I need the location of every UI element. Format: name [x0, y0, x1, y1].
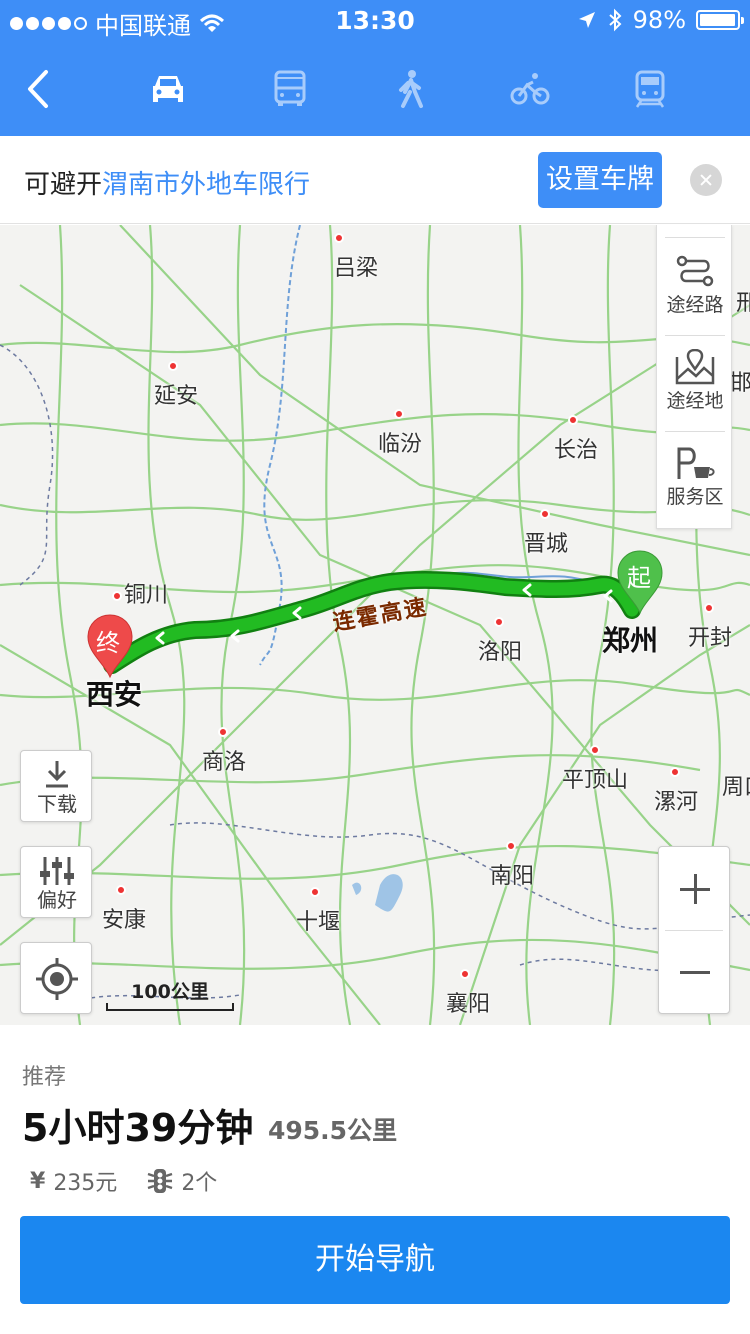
bus-icon	[274, 70, 306, 106]
restriction-text: 可避开渭南市外地车限行	[24, 164, 310, 201]
route-options-panel: 途经路 途经地 服务区	[656, 225, 732, 529]
via-place-button[interactable]: 途经地	[657, 335, 733, 431]
divider	[665, 237, 725, 238]
status-right: 98%	[577, 6, 744, 34]
mode-car-tab[interactable]	[138, 64, 198, 114]
city-label: 长治	[554, 407, 598, 464]
city-label: 商洛	[202, 719, 246, 776]
city-label: 吕梁	[334, 225, 378, 282]
locate-me-button[interactable]	[20, 942, 92, 1014]
route-map[interactable]: 吕梁 延安 临汾 长治 晋城 铜川 西安 洛阳 郑州 开封 商洛 平顶山 漯河 …	[0, 225, 750, 1025]
bike-icon	[510, 73, 550, 105]
location-arrow-icon	[578, 12, 595, 28]
start-marker-label: 起	[627, 564, 651, 592]
city-label: 铜川	[112, 577, 168, 609]
city-label-zhengzhou: 郑州	[602, 624, 659, 657]
zoom-control	[658, 846, 730, 1014]
city-label: 邯	[730, 371, 750, 396]
mode-walk-tab[interactable]	[380, 64, 440, 114]
back-button[interactable]	[20, 64, 60, 114]
status-bar: 中国联通 13:30 98%	[0, 0, 750, 40]
route-meta: ¥ 235元 2个	[30, 1165, 217, 1197]
via-road-button[interactable]: 途经路	[657, 239, 733, 335]
route-duration: 5小时39分钟	[22, 1106, 254, 1150]
preference-button[interactable]: 偏好	[20, 846, 92, 918]
battery-percent: 98%	[632, 6, 686, 34]
city-label: 漯河	[654, 759, 698, 816]
chevron-left-icon	[28, 70, 48, 108]
traffic-light-count: 2个	[181, 1171, 218, 1196]
zoom-in-button[interactable]	[659, 847, 731, 931]
traffic-light-icon	[147, 1169, 173, 1193]
restriction-link[interactable]: 渭南市外地车限行	[102, 170, 310, 200]
city-label: 南阳	[490, 833, 534, 890]
top-bar: 中国联通 13:30 98%	[0, 0, 750, 136]
city-label: 延安	[154, 353, 198, 410]
city-label: 襄阳	[446, 961, 490, 1018]
city-label: 晋城	[524, 501, 568, 558]
start-navigation-button[interactable]: 开始导航	[20, 1216, 730, 1304]
train-icon	[635, 70, 665, 108]
yen-icon: ¥	[30, 1168, 46, 1194]
city-label: 开封	[688, 595, 732, 652]
route-distance: 495.5公里	[268, 1116, 398, 1145]
sliders-icon	[40, 857, 74, 885]
close-notice-button[interactable]	[690, 164, 722, 196]
service-area-button[interactable]: 服务区	[657, 431, 733, 527]
battery-icon	[696, 10, 744, 30]
city-label: 周口	[722, 775, 750, 800]
city-label-xian: 西安	[86, 678, 143, 711]
set-plate-button[interactable]: 设置车牌	[538, 152, 662, 208]
walk-icon	[399, 70, 423, 108]
map-pin-icon	[675, 349, 715, 385]
download-icon	[46, 761, 68, 788]
download-button[interactable]: 下载	[20, 750, 92, 822]
zoom-out-button[interactable]	[659, 931, 731, 1015]
map-scale: 100公里	[104, 977, 236, 1013]
city-label: 十堰	[296, 879, 340, 936]
restriction-prefix: 可避开	[24, 170, 103, 200]
route-tag: 推荐	[22, 1065, 67, 1090]
city-label: 邢	[736, 291, 750, 316]
locate-icon	[36, 958, 78, 1000]
mode-train-tab[interactable]	[620, 64, 680, 114]
bluetooth-icon	[608, 8, 622, 32]
route-icon	[676, 255, 714, 287]
end-marker-label: 终	[96, 629, 120, 657]
city-label: 安康	[102, 877, 146, 934]
city-label: 临汾	[378, 401, 422, 458]
restriction-notice: 可避开渭南市外地车限行 设置车牌	[0, 136, 750, 224]
city-label: 平顶山	[562, 737, 628, 794]
mode-bus-tab[interactable]	[260, 64, 320, 114]
toll-cost: 235元	[53, 1171, 118, 1196]
city-label: 洛阳	[478, 609, 522, 666]
route-summary: 推荐 5小时39分钟 495.5公里 ¥ 235元 2个 开始导航	[0, 1025, 750, 1334]
car-icon	[153, 76, 183, 102]
transport-mode-nav	[0, 54, 750, 124]
mode-bike-tab[interactable]	[500, 64, 560, 114]
service-area-icon	[677, 447, 715, 479]
